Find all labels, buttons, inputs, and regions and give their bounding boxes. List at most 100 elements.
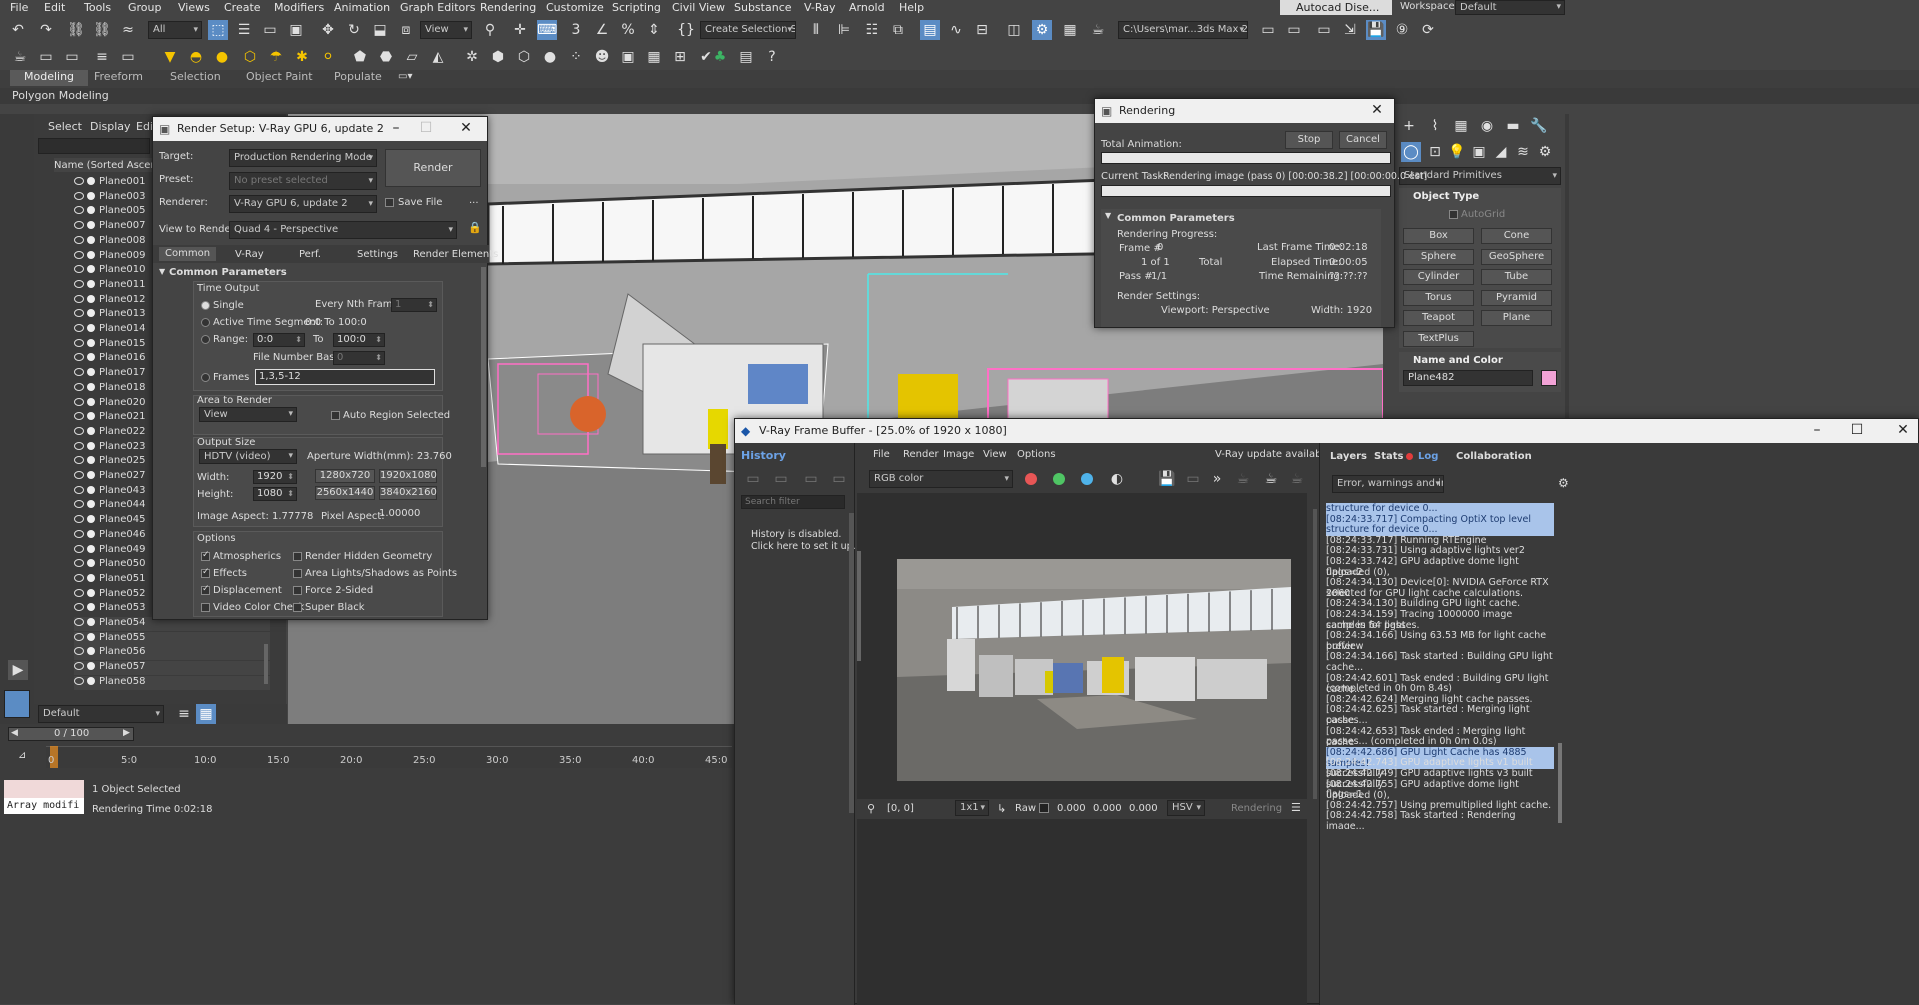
- cosmos-icon[interactable]: ☻: [592, 47, 612, 67]
- channel-dropdown[interactable]: RGB color: [869, 470, 1013, 488]
- snap-icon[interactable]: 3: [566, 20, 586, 40]
- vray-sphere-icon[interactable]: ◭: [428, 47, 448, 67]
- active-segment-radio[interactable]: [201, 318, 210, 327]
- preset-2560x1440-button[interactable]: 2560x1440: [315, 486, 375, 500]
- maxscript-listener[interactable]: [4, 780, 84, 798]
- placement-icon[interactable]: ⧈: [396, 20, 416, 40]
- area-dropdown[interactable]: View: [199, 407, 297, 422]
- option-super-black-checkbox[interactable]: [293, 603, 302, 612]
- vfb-tab-collaboration[interactable]: Collaboration: [1456, 451, 1532, 462]
- tab-settings[interactable]: Settings: [357, 249, 398, 260]
- menu-civil-view[interactable]: Civil View: [672, 1, 725, 14]
- tab-v-ray[interactable]: V-Ray: [235, 249, 264, 260]
- camera-icon[interactable]: ▭: [62, 47, 82, 67]
- arnold-settings-icon[interactable]: ▤: [736, 47, 756, 67]
- project-path-dropdown[interactable]: C:\Users\mar...3ds Max 2024: [1118, 21, 1248, 39]
- alpha-channel-icon[interactable]: ◐: [1107, 469, 1127, 489]
- menu-file[interactable]: File: [10, 1, 28, 14]
- vray-lister-icon[interactable]: ▦: [644, 47, 664, 67]
- autogrid-checkbox[interactable]: [1449, 210, 1458, 219]
- project-icon[interactable]: ▭: [1258, 20, 1278, 40]
- visibility-eye-icon[interactable]: [74, 559, 84, 568]
- spinner-snap-icon[interactable]: ⇕: [644, 20, 664, 40]
- vfb-titlebar[interactable]: ◆ V-Ray Frame Buffer - [25.0% of 1920 x …: [735, 419, 1918, 443]
- menu-help[interactable]: Help: [899, 1, 924, 14]
- vray-fur-icon[interactable]: ⬣: [376, 47, 396, 67]
- schematic-view-icon[interactable]: ⊟: [972, 20, 992, 40]
- pixel-aspect-value[interactable]: 1.00000: [379, 508, 420, 519]
- create-box-button[interactable]: Box: [1403, 228, 1474, 244]
- save-file-checkbox[interactable]: [385, 198, 394, 207]
- create-cone-button[interactable]: Cone: [1481, 228, 1552, 244]
- visibility-eye-icon[interactable]: [74, 338, 84, 347]
- ribbon-tab-populate[interactable]: Populate: [334, 70, 382, 86]
- renderer-dropdown[interactable]: V-Ray GPU 6, update 2: [229, 195, 377, 213]
- save-file-browse-button[interactable]: ...: [469, 195, 479, 206]
- shapes-icon[interactable]: ⊡: [1425, 142, 1445, 162]
- green-channel-icon[interactable]: [1053, 473, 1065, 485]
- vray-mtl-icon[interactable]: ⬡: [514, 47, 534, 67]
- render-button[interactable]: Render: [385, 149, 481, 187]
- curve-editor-icon[interactable]: ∿: [946, 20, 966, 40]
- frames-radio[interactable]: [201, 373, 210, 382]
- arnold-tree-icon[interactable]: ♣: [710, 47, 730, 67]
- ribbon-toggle-icon[interactable]: ▤: [920, 20, 940, 40]
- create-pyramid-button[interactable]: Pyramid: [1481, 289, 1552, 306]
- vfb-right-scrollbar[interactable]: [1313, 509, 1317, 809]
- visibility-eye-icon[interactable]: [74, 588, 84, 597]
- render-setup-icon[interactable]: ⚙: [1032, 20, 1052, 40]
- folder-icon[interactable]: ▭: [1284, 20, 1304, 40]
- menu-animation[interactable]: Animation: [334, 1, 390, 14]
- unlink-icon[interactable]: ⛓: [92, 20, 112, 40]
- rendering-close-button[interactable]: ✕: [1362, 99, 1392, 123]
- keyboard-shortcut-icon[interactable]: ⌨: [537, 20, 557, 40]
- reference-coordinate-dropdown[interactable]: View: [420, 21, 472, 39]
- tab-perf-[interactable]: Perf.: [299, 249, 321, 260]
- vfb-menu-view[interactable]: View: [983, 449, 1007, 460]
- vfb-tab-log[interactable]: Log: [1418, 451, 1438, 462]
- rollout-collapse-icon[interactable]: ▼: [159, 267, 165, 276]
- vray-proxy-icon[interactable]: ⬟: [350, 47, 370, 67]
- select-by-name-icon[interactable]: ☰: [234, 20, 254, 40]
- geometry-icon[interactable]: ◯: [1401, 142, 1421, 162]
- ribbon-tab-freeform[interactable]: Freeform: [94, 70, 143, 86]
- spacewarps-icon[interactable]: ≋: [1513, 142, 1533, 162]
- se-tab-select[interactable]: Select: [48, 120, 82, 133]
- move-icon[interactable]: ✥: [318, 20, 338, 40]
- vray-plane-icon[interactable]: ▱: [402, 47, 422, 67]
- selection-filter-dropdown[interactable]: All: [148, 21, 202, 39]
- rendering-rollout-collapse-icon[interactable]: ▼: [1105, 211, 1111, 220]
- option-displacement-checkbox[interactable]: [201, 584, 210, 595]
- angle-snap-icon[interactable]: ∠: [592, 20, 612, 40]
- vfb-menu-image[interactable]: Image: [943, 449, 974, 460]
- vray-scatter-icon[interactable]: ⬢: [488, 47, 508, 67]
- rendered-frame-icon[interactable]: ▦: [1060, 20, 1080, 40]
- visibility-eye-icon[interactable]: [74, 471, 84, 479]
- every-nth-spinner[interactable]: 1: [391, 298, 437, 312]
- ambient-light-icon[interactable]: ✱: [292, 47, 312, 67]
- height-spinner[interactable]: 1080: [253, 487, 297, 501]
- cancel-render-button[interactable]: Cancel: [1339, 131, 1387, 149]
- history-tab[interactable]: History: [741, 449, 786, 462]
- option-effects-checkbox[interactable]: [201, 567, 210, 578]
- minimize-button[interactable]: –: [381, 117, 411, 141]
- scale-icon[interactable]: ⬓: [370, 20, 390, 40]
- layer-manager-icon[interactable]: ▦: [196, 704, 216, 724]
- utilities-panel-icon[interactable]: 🔧: [1529, 116, 1549, 136]
- visibility-eye-icon[interactable]: [74, 632, 84, 641]
- visibility-eye-icon[interactable]: [74, 603, 84, 612]
- visibility-eye-icon[interactable]: [74, 382, 84, 391]
- expand-panel-icon[interactable]: ▶: [8, 660, 28, 680]
- visibility-eye-icon[interactable]: [74, 456, 84, 465]
- preset-1920x1080-button[interactable]: 1920x1080: [379, 469, 437, 483]
- modify-panel-icon[interactable]: ⌇: [1425, 116, 1445, 136]
- menu-customize[interactable]: Customize: [546, 1, 604, 14]
- vfb-maximize-button[interactable]: ☐: [1842, 419, 1872, 443]
- ribbon-tab-selection[interactable]: Selection: [170, 70, 221, 86]
- ribbon-tab-object-paint[interactable]: Object Paint: [246, 70, 313, 86]
- vfb-render-region-icon[interactable]: ☕: [1233, 469, 1253, 489]
- save-scene-icon[interactable]: ▭: [1314, 20, 1334, 40]
- vray-vfb-icon[interactable]: ▣: [618, 47, 638, 67]
- scene-explorer-icon[interactable]: ☷: [862, 20, 882, 40]
- auto-region-checkbox[interactable]: [331, 411, 340, 420]
